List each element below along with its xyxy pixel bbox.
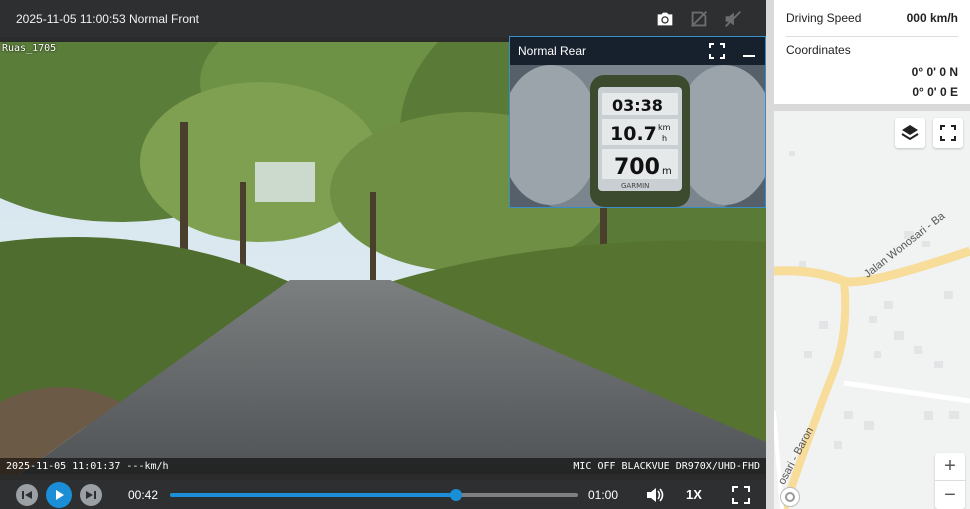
fullscreen-icon — [731, 485, 750, 504]
zoom-controls: + − — [935, 453, 965, 509]
zoom-in-button[interactable]: + — [935, 453, 965, 481]
coordinates-label: Coordinates — [786, 43, 851, 57]
driving-speed-value: 000 km/h — [906, 11, 958, 25]
rear-pip-controls — [709, 43, 757, 59]
player-controls: 00:42 01:00 1X — [0, 480, 766, 509]
rear-pip-title: Normal Rear — [518, 44, 587, 58]
next-icon — [86, 490, 96, 499]
next-button[interactable] — [80, 483, 102, 506]
rear-pip-header: Normal Rear — [510, 37, 765, 65]
gps-distance-unit: m — [662, 166, 672, 177]
progress-fill — [170, 492, 456, 497]
gps-off-icon[interactable] — [682, 0, 716, 37]
gps-brand: GARMIN — [621, 182, 649, 190]
camera-icon[interactable] — [648, 0, 682, 37]
map-logo-icon — [780, 487, 800, 507]
progress-bar[interactable] — [170, 488, 578, 501]
video-title: 2025-11-05 11:00:53 Normal Front — [16, 11, 199, 26]
mute-icon[interactable] — [716, 0, 750, 37]
gps-time: 03:38 — [612, 96, 663, 115]
gps-speed-unit-top: km — [658, 123, 671, 132]
location-label: Ruas_1705 — [2, 43, 57, 54]
dashcam-viewer: 2025-11-05 11:00:53 Normal Front Ruas_17… — [0, 0, 970, 509]
driving-speed-label: Driving Speed — [786, 11, 862, 25]
rear-camera-pip[interactable]: Normal Rear 03:38 10.7 km h 700 m GARMIN — [509, 36, 766, 208]
layers-button[interactable] — [895, 118, 925, 148]
progress-handle[interactable] — [449, 488, 462, 501]
longitude-value: 0° 0' 0 E — [912, 85, 958, 99]
current-time: 00:42 — [128, 487, 159, 502]
osd-device-info: MIC OFF BLACKVUE DR970X/UHD-FHD — [573, 460, 760, 472]
map-fullscreen-icon — [940, 125, 956, 141]
video-header: 2025-11-05 11:00:53 Normal Front — [0, 0, 766, 37]
gps-speed: 10.7 — [610, 123, 657, 145]
layers-icon — [901, 125, 919, 141]
zoom-out-button[interactable]: − — [935, 481, 965, 509]
previous-button[interactable] — [16, 483, 38, 506]
total-time: 01:00 — [588, 487, 619, 502]
play-icon — [56, 489, 64, 500]
playback-speed-button[interactable]: 1X — [686, 487, 702, 502]
minimize-icon[interactable] — [741, 43, 757, 59]
osd-bar: 2025-11-05 11:01:37 ---km/h MIC OFF BLAC… — [0, 458, 766, 474]
play-button[interactable] — [46, 481, 72, 508]
volume-button[interactable] — [644, 484, 666, 506]
video-panel: 2025-11-05 11:00:53 Normal Front Ruas_17… — [0, 0, 766, 509]
gps-speed-unit-bottom: h — [662, 134, 667, 143]
map-panel[interactable]: Jalan Wonosari - Ba osari - Baron + − — [774, 111, 970, 509]
map-fullscreen-button[interactable] — [933, 118, 963, 148]
info-panel: Driving Speed 000 km/h Coordinates 0° 0'… — [774, 0, 970, 104]
rear-view-image: 03:38 10.7 km h 700 m GARMIN — [510, 65, 765, 207]
osd-timestamp-speed: 2025-11-05 11:01:37 ---km/h — [6, 460, 169, 472]
previous-icon — [22, 490, 32, 499]
volume-icon — [647, 487, 664, 502]
gps-distance: 700 — [614, 155, 660, 180]
fullscreen-button[interactable] — [730, 484, 752, 506]
latitude-value: 0° 0' 0 N — [911, 65, 958, 79]
driving-speed-row: Driving Speed 000 km/h — [786, 0, 958, 37]
expand-icon[interactable] — [709, 43, 725, 59]
